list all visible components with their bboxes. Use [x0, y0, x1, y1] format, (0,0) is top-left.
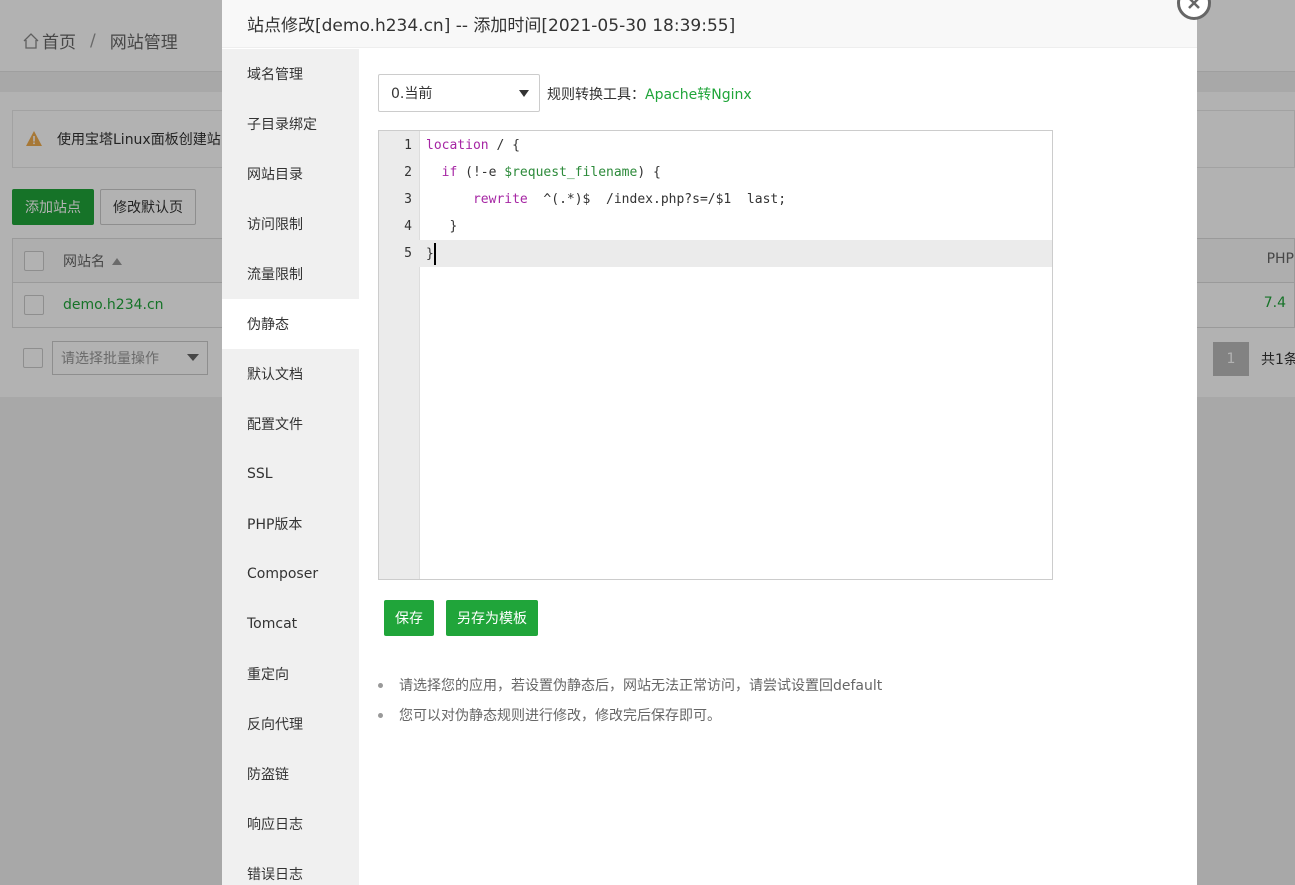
menu-item-site-directory[interactable]: 网站目录 — [222, 149, 359, 199]
bullet-icon — [378, 712, 383, 718]
text-cursor — [433, 242, 436, 265]
save-button-row: 保存 另存为模板 — [384, 600, 538, 636]
menu-item-config-file[interactable]: 配置文件 — [222, 399, 359, 449]
menu-item-traffic-limit[interactable]: 流量限制 — [222, 249, 359, 299]
tip-item: 您可以对伪静态规则进行修改，修改完后保存即可。 — [378, 700, 882, 730]
menu-item-reverse-proxy[interactable]: 反向代理 — [222, 699, 359, 749]
menu-item-domain[interactable]: 域名管理 — [222, 49, 359, 99]
bullet-icon — [378, 682, 383, 688]
code-text: if (!-e $request_filename) { — [441, 165, 661, 180]
site-edit-modal: 站点修改[demo.h234.cn] -- 添加时间[2021-05-30 18… — [222, 0, 1197, 885]
code-text: } — [449, 219, 458, 234]
line-number: 3 — [404, 192, 412, 207]
rewrite-version-value: 0.当前 — [391, 86, 433, 102]
modal-side-menu: 域名管理 子目录绑定 网站目录 访问限制 流量限制 伪静态 默认文档 配置文件 … — [222, 49, 359, 885]
chevron-down-icon — [519, 89, 529, 97]
menu-item-default-doc[interactable]: 默认文档 — [222, 349, 359, 399]
code-line: 4 } — [379, 213, 1052, 240]
convert-tool: 规则转换工具：Apache转Nginx — [547, 84, 752, 104]
code-line: 1 location / { — [379, 132, 1052, 159]
rewrite-version-select[interactable]: 0.当前 — [378, 74, 540, 112]
menu-item-access-limit[interactable]: 访问限制 — [222, 199, 359, 249]
menu-item-access-log[interactable]: 响应日志 — [222, 799, 359, 849]
menu-item-php-version[interactable]: PHP版本 — [222, 499, 359, 549]
line-number: 1 — [404, 138, 412, 153]
menu-item-error-log[interactable]: 错误日志 — [222, 849, 359, 885]
code-line-active: 5 } — [379, 240, 1052, 267]
line-number: 5 — [404, 246, 412, 261]
rewrite-code-editor[interactable]: 1 location / { 2 if (!-e $request_filena… — [378, 130, 1053, 580]
tips-list: 请选择您的应用，若设置伪静态后，网站无法正常访问，请尝试设置回default 您… — [378, 670, 882, 730]
code-line: 3 rewrite ^(.*)$ /index.php?s=/$1 last; — [379, 186, 1052, 213]
apache-to-nginx-link[interactable]: Apache转Nginx — [645, 87, 752, 103]
close-icon — [1188, 0, 1200, 9]
menu-item-hotlink-protection[interactable]: 防盗链 — [222, 749, 359, 799]
code-line: 2 if (!-e $request_filename) { — [379, 159, 1052, 186]
code-text: location / { — [426, 138, 520, 153]
menu-item-ssl[interactable]: SSL — [222, 449, 359, 499]
menu-item-rewrite[interactable]: 伪静态 — [222, 299, 359, 349]
save-as-template-button[interactable]: 另存为模板 — [446, 600, 538, 636]
convert-tool-label: 规则转换工具： — [547, 87, 645, 103]
menu-item-subdir-binding[interactable]: 子目录绑定 — [222, 99, 359, 149]
code-text: rewrite ^(.*)$ /index.php?s=/$1 last; — [472, 192, 787, 207]
menu-item-tomcat[interactable]: Tomcat — [222, 599, 359, 649]
line-number: 2 — [404, 165, 412, 180]
save-button[interactable]: 保存 — [384, 600, 434, 636]
line-number: 4 — [404, 219, 412, 234]
code-text: } — [420, 242, 436, 265]
modal-header: 站点修改[demo.h234.cn] -- 添加时间[2021-05-30 18… — [222, 0, 1197, 48]
modal-title: 站点修改[demo.h234.cn] -- 添加时间[2021-05-30 18… — [247, 16, 736, 36]
rewrite-pane: 0.当前 规则转换工具：Apache转Nginx 1 location / { … — [359, 49, 1197, 885]
menu-item-composer[interactable]: Composer — [222, 549, 359, 599]
menu-item-redirect[interactable]: 重定向 — [222, 649, 359, 699]
tip-item: 请选择您的应用，若设置伪静态后，网站无法正常访问，请尝试设置回default — [378, 670, 882, 700]
